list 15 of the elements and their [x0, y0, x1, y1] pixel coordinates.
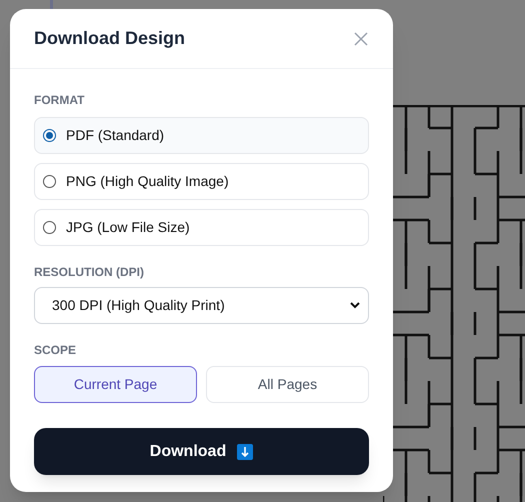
- section-label: SCOPE: [34, 343, 78, 357]
- radio-button[interactable]: [43, 221, 56, 234]
- resolution-select[interactable]: 300 DPI (High Quality Print): [34, 287, 369, 324]
- format-option[interactable]: JPG (Low File Size): [34, 209, 369, 246]
- format-option[interactable]: PDF (Standard): [34, 117, 369, 154]
- radio-button[interactable]: [43, 175, 56, 188]
- scope-toggle[interactable]: Current Page: [34, 366, 197, 403]
- download-button[interactable]: Download: [34, 428, 369, 475]
- format-option[interactable]: PNG (High Quality Image): [34, 163, 369, 200]
- section-label: FORMAT: [34, 93, 86, 107]
- dialog-title: Download Design: [34, 27, 186, 50]
- chevron-down-icon: [350, 302, 360, 309]
- radio-button[interactable]: [43, 129, 56, 142]
- section-label: RESOLUTION (DPI): [34, 265, 145, 279]
- scope-toggle[interactable]: All Pages: [206, 366, 369, 403]
